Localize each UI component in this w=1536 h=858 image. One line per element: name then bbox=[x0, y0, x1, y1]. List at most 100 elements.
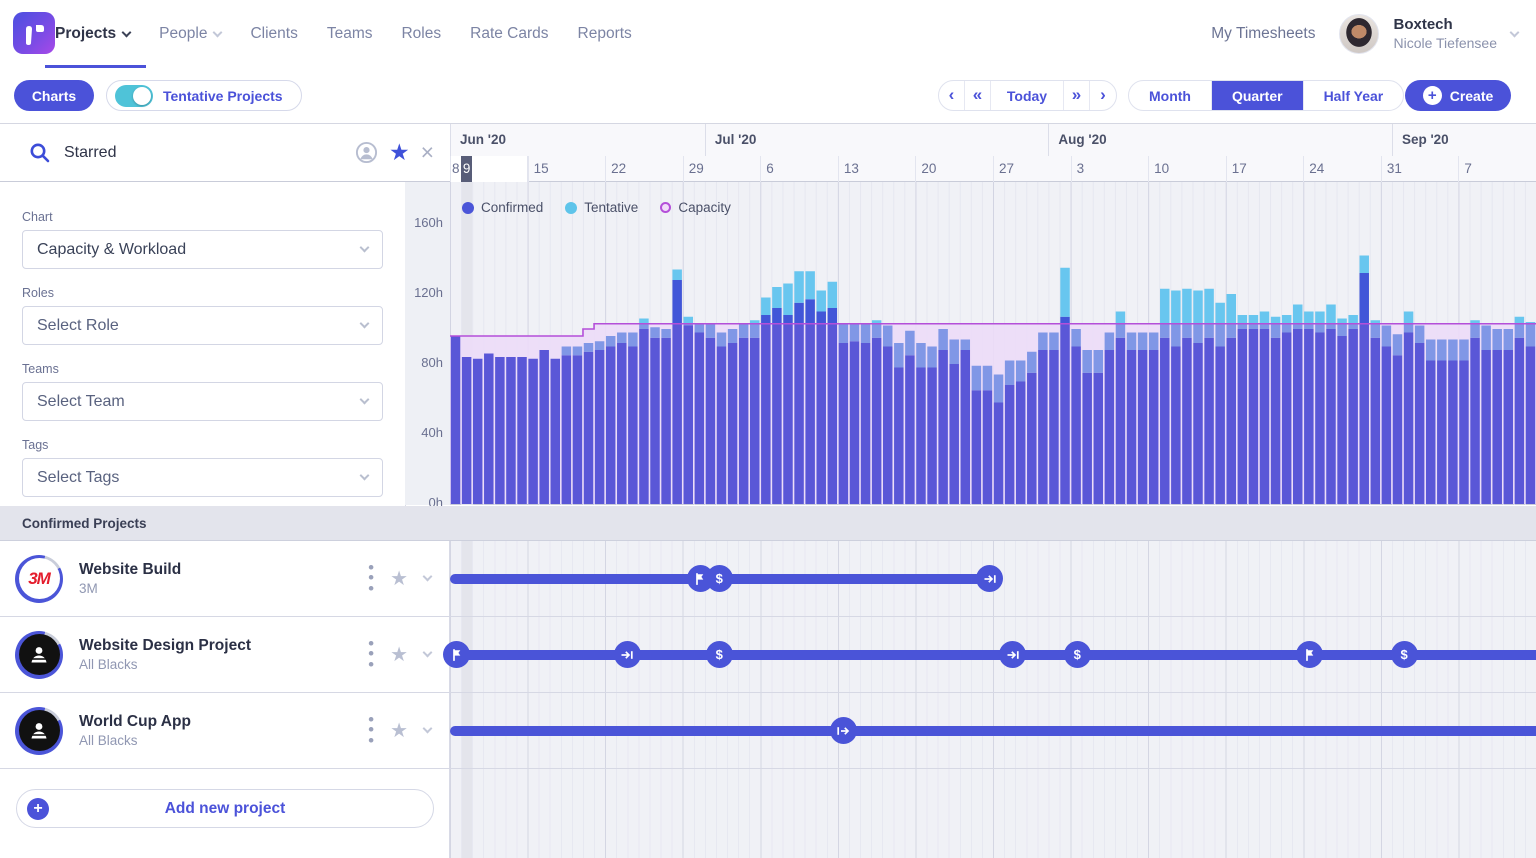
kebab-menu-icon[interactable]: ••• bbox=[368, 563, 374, 594]
project-title: World Cup App bbox=[79, 712, 368, 732]
chevron-down-icon bbox=[360, 471, 370, 481]
date-tick: 7 bbox=[1464, 156, 1472, 181]
account-chevron-icon[interactable] bbox=[1510, 27, 1520, 37]
prev-arrow-icon[interactable]: ‹ bbox=[939, 81, 965, 110]
fast-prev-arrow-icon[interactable]: « bbox=[965, 81, 991, 110]
star-icon[interactable]: ★ bbox=[390, 718, 408, 743]
search-bar[interactable]: Starred ★ × bbox=[0, 124, 450, 182]
week-separator bbox=[993, 156, 994, 182]
search-input[interactable]: Starred bbox=[64, 144, 355, 162]
empty-gantt-lane[interactable] bbox=[450, 769, 1536, 858]
nav-item-roles[interactable]: Roles bbox=[401, 0, 441, 68]
nav-item-people[interactable]: People bbox=[159, 0, 221, 68]
filter-label: Tags bbox=[22, 438, 383, 452]
filter-select-tags[interactable]: Select Tags bbox=[22, 458, 383, 497]
project-gantt-lane[interactable]: $ bbox=[450, 541, 1536, 616]
next-arrow-icon[interactable]: › bbox=[1090, 81, 1116, 110]
person-filter-icon[interactable] bbox=[355, 141, 378, 164]
nav-item-label: People bbox=[159, 25, 207, 43]
date-tick: 15 bbox=[534, 156, 549, 181]
milestone-move-end-icon[interactable] bbox=[976, 565, 1003, 592]
milestone-money-icon[interactable]: $ bbox=[1064, 641, 1091, 668]
date-tick: 31 bbox=[1387, 156, 1402, 181]
my-timesheets-link[interactable]: My Timesheets bbox=[1211, 25, 1315, 43]
today-date-cell[interactable]: 9 bbox=[461, 156, 472, 182]
fast-next-arrow-icon[interactable]: » bbox=[1064, 81, 1090, 110]
week-separator bbox=[760, 156, 761, 182]
tentative-toggle-switch[interactable] bbox=[115, 85, 153, 107]
zoom-option-month[interactable]: Month bbox=[1129, 81, 1212, 110]
chevron-down-icon bbox=[122, 27, 132, 37]
chevron-down-icon bbox=[360, 319, 370, 329]
milestone-move-end-icon[interactable] bbox=[614, 641, 641, 668]
filter-group-teams: TeamsSelect Team bbox=[22, 362, 383, 421]
chart-canvas bbox=[450, 182, 1536, 505]
toggle-knob bbox=[133, 87, 151, 105]
kebab-menu-icon[interactable]: ••• bbox=[368, 639, 374, 670]
milestone-move-end-icon[interactable] bbox=[999, 641, 1026, 668]
add-project-cell: + Add new project bbox=[0, 769, 450, 858]
month-label: Aug '20 bbox=[1058, 124, 1392, 156]
tentative-projects-toggle-pill[interactable]: Tentative Projects bbox=[106, 80, 302, 111]
milestone-money-icon[interactable]: $ bbox=[706, 641, 733, 668]
add-new-project-button[interactable]: + Add new project bbox=[16, 789, 434, 828]
star-icon[interactable]: ★ bbox=[390, 566, 408, 591]
timeline-dates-row[interactable]: 8915222961320273101724317 bbox=[450, 156, 1536, 182]
chevron-down-icon bbox=[213, 27, 223, 37]
milestone-money-icon[interactable]: $ bbox=[706, 565, 733, 592]
nav-item-reports[interactable]: Reports bbox=[578, 0, 632, 68]
create-button[interactable]: + Create bbox=[1405, 80, 1511, 111]
project-gantt-lane[interactable]: $ $ $ bbox=[450, 617, 1536, 692]
project-row-info[interactable]: 3MWebsite Build3M•••★ bbox=[0, 541, 450, 616]
month-cell-Jun20: Jun '20 bbox=[450, 124, 705, 156]
chevron-down-icon bbox=[360, 243, 370, 253]
company-name: Boxtech bbox=[1393, 16, 1497, 35]
week-separator bbox=[528, 156, 529, 182]
clear-search-icon[interactable]: × bbox=[421, 141, 434, 164]
nav-item-clients[interactable]: Clients bbox=[250, 0, 297, 68]
charts-button[interactable]: Charts bbox=[14, 80, 94, 111]
month-label: Jun '20 bbox=[460, 124, 705, 156]
project-row-info[interactable]: World Cup AppAll Blacks••• ★ bbox=[0, 693, 450, 768]
month-label: Jul '20 bbox=[715, 124, 1049, 156]
project-row-actions: ••• ★ bbox=[368, 639, 431, 670]
nav-item-teams[interactable]: Teams bbox=[327, 0, 373, 68]
starred-filter-icon[interactable]: ★ bbox=[389, 141, 410, 164]
milestone-flag-icon[interactable] bbox=[1296, 641, 1323, 668]
date-pager: ‹ « Today » › bbox=[938, 80, 1117, 111]
zoom-option-half-year[interactable]: Half Year bbox=[1304, 81, 1404, 110]
project-bar[interactable] bbox=[450, 726, 1536, 736]
project-row-actions: ••• ★ bbox=[368, 715, 431, 746]
zoom-option-quarter[interactable]: Quarter bbox=[1212, 81, 1304, 110]
star-icon[interactable]: ★ bbox=[390, 642, 408, 667]
user-name: Nicole Tiefensee bbox=[1393, 35, 1497, 53]
filter-select-roles[interactable]: Select Role bbox=[22, 306, 383, 345]
milestone-money-icon[interactable]: $ bbox=[1391, 641, 1418, 668]
project-titles: World Cup AppAll Blacks bbox=[79, 712, 368, 750]
nav-item-projects[interactable]: Projects bbox=[55, 0, 130, 68]
filter-select-chart[interactable]: Capacity & Workload bbox=[22, 230, 383, 269]
kebab-menu-icon[interactable]: ••• bbox=[368, 715, 374, 746]
milestone-flag-icon[interactable] bbox=[443, 641, 470, 668]
filter-select-teams[interactable]: Select Team bbox=[22, 382, 383, 421]
chevron-down-icon[interactable] bbox=[423, 572, 433, 582]
y-tick-label: 160h bbox=[414, 215, 443, 230]
account-menu[interactable]: Boxtech Nicole Tiefensee bbox=[1393, 16, 1497, 52]
nav-right: My Timesheets Boxtech Nicole Tiefensee bbox=[1211, 0, 1518, 68]
user-avatar[interactable] bbox=[1339, 14, 1379, 54]
section-title: Confirmed Projects bbox=[22, 516, 147, 531]
y-tick-label: 120h bbox=[414, 285, 443, 300]
logo-r-glyph bbox=[22, 20, 48, 48]
nav-item-rate-cards[interactable]: Rate Cards bbox=[470, 0, 548, 68]
project-row-info[interactable]: Website Design ProjectAll Blacks•••★ bbox=[0, 617, 450, 692]
app-logo[interactable] bbox=[13, 12, 55, 54]
today-button[interactable]: Today bbox=[991, 81, 1064, 110]
capacity-workload-chart[interactable] bbox=[450, 182, 1536, 505]
week-separator bbox=[1148, 156, 1149, 182]
project-bar[interactable] bbox=[450, 650, 1536, 660]
chevron-down-icon[interactable] bbox=[423, 724, 433, 734]
milestone-move-start-icon[interactable] bbox=[830, 717, 857, 744]
week-separator bbox=[605, 156, 606, 182]
chevron-down-icon[interactable] bbox=[423, 648, 433, 658]
project-gantt-lane[interactable] bbox=[450, 693, 1536, 768]
